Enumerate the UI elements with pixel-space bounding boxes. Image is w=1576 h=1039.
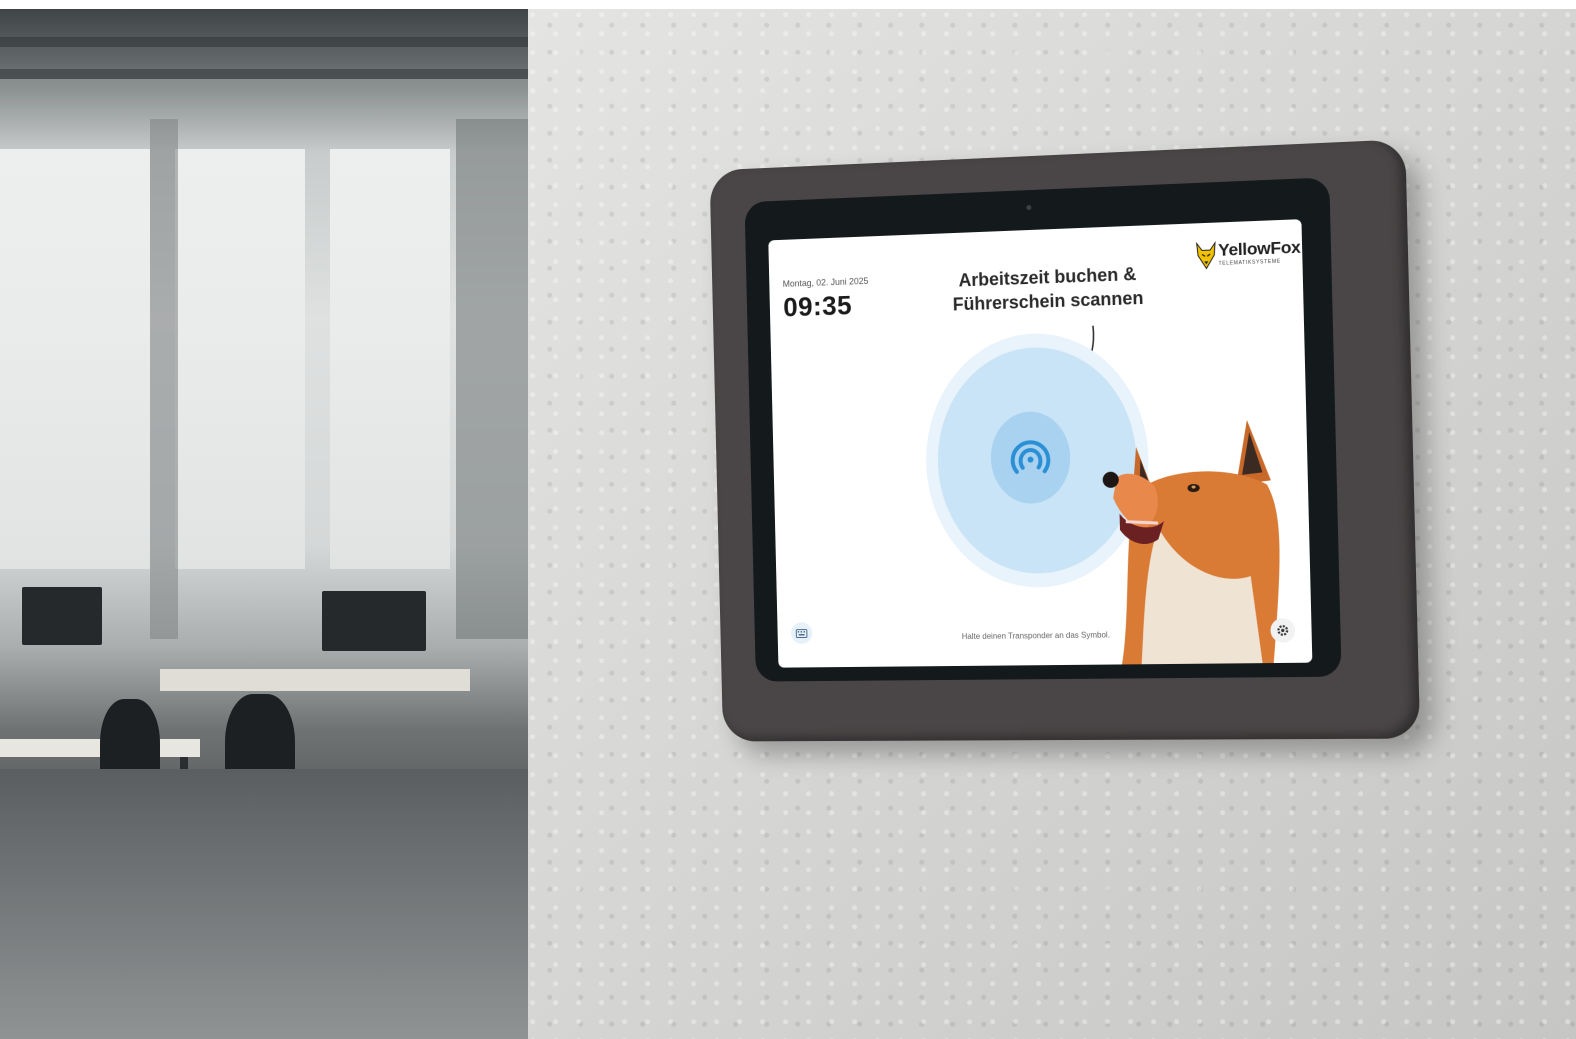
keyboard-button[interactable] [790,622,813,644]
office-background-photo [0,9,528,1039]
window [330,149,450,569]
gear-icon [1275,623,1290,637]
fox-logo-icon [1196,241,1217,270]
office-monitor [322,591,426,651]
office-desk [160,669,470,691]
yellowfox-logo: YellowFox TELEMATIKSYSTEME [1196,236,1301,274]
tablet-screen: Montag, 02. Juni 2025 09:35 Arbeitszeit … [768,219,1313,668]
ceiling-beam [0,69,528,79]
transponder-hint: Halte deinen Transponder an das Symbol. [961,630,1111,642]
top-margin [0,0,1576,9]
ceiling-beam [0,37,528,47]
tablet-bezel: Montag, 02. Juni 2025 09:35 Arbeitszeit … [744,177,1342,682]
front-camera [1026,204,1032,211]
nfc-icon[interactable] [1008,431,1053,484]
wall-pillar [456,119,528,639]
keyboard-icon [796,629,808,638]
instruction-headline: Arbeitszeit buchen & Führerschein scanne… [933,261,1163,317]
current-time: 09:35 [782,290,853,323]
window [175,149,305,569]
logo-tagline: TELEMATIKSYSTEME [1218,258,1281,267]
window [0,149,150,569]
office-floor [0,769,528,1039]
current-date: Montag, 02. Juni 2025 [782,275,869,289]
wall-mount-enclosure: Montag, 02. Juni 2025 09:35 Arbeitszeit … [709,139,1421,742]
settings-button[interactable] [1270,618,1296,643]
office-monitor [22,587,102,645]
logo-wordmark: YellowFox [1217,237,1301,260]
window-pillar [150,119,178,639]
